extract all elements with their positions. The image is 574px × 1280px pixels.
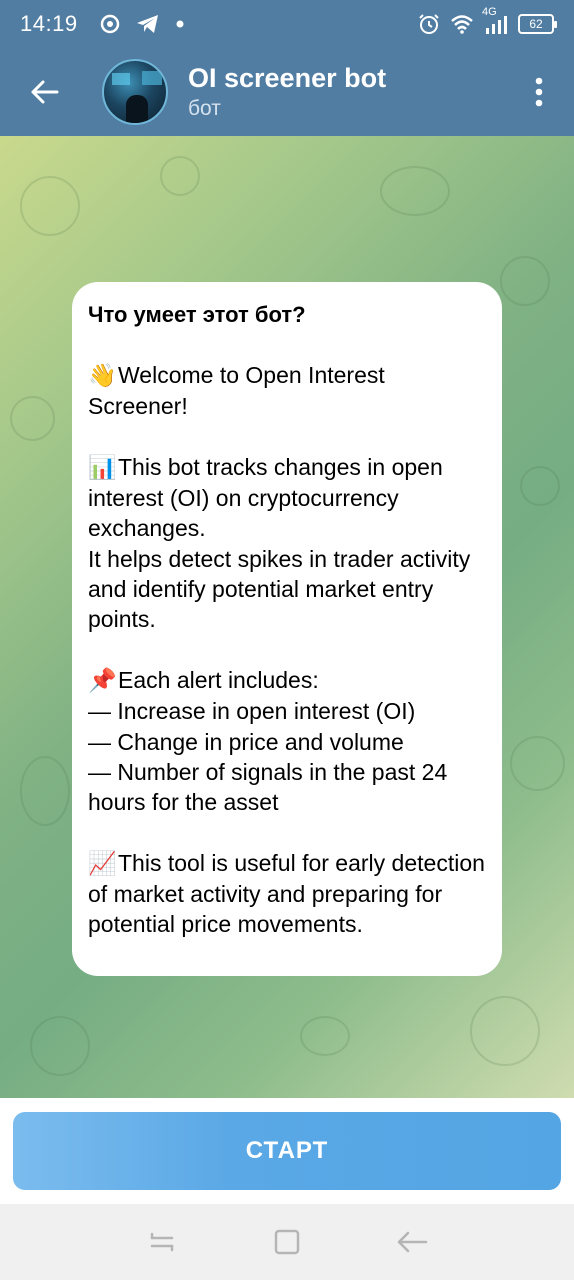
- more-vert-icon: [535, 77, 543, 107]
- battery-level: 62: [529, 17, 543, 31]
- settings-circle-icon: [100, 14, 119, 34]
- helps-text: It helps detect spikes in trader activit…: [88, 545, 471, 633]
- alert-intro-text: Each alert includes:: [118, 666, 319, 693]
- welcome-text: Welcome to Open Interest Screener!: [88, 362, 385, 420]
- system-back-button[interactable]: [392, 1222, 432, 1262]
- alert-intro-paragraph: 📌Each alert includes:: [88, 665, 486, 696]
- recents-button[interactable]: [142, 1222, 182, 1262]
- back-arrow-icon: [31, 80, 59, 104]
- bubble-title: Что умеет этот бот?: [88, 302, 306, 327]
- more-menu-button[interactable]: [504, 48, 574, 136]
- chat-title-block[interactable]: OI screener bot бот: [188, 62, 386, 122]
- waving-hand-icon: 👋: [88, 363, 117, 389]
- status-left-icons: [100, 14, 184, 34]
- network-label: 4G: [482, 6, 497, 18]
- pushpin-icon: 📌: [88, 667, 117, 694]
- alert-item: — Change in price and volume: [88, 728, 404, 755]
- bottom-bar: СТАРТ: [0, 1098, 574, 1204]
- bot-description-bubble: Что умеет этот бот? 👋Welcome to Open Int…: [72, 282, 502, 976]
- chart-increasing-icon: 📈: [88, 850, 117, 877]
- chat-header: OI screener bot бот: [0, 48, 574, 136]
- recents-icon: [151, 1232, 174, 1252]
- useful-paragraph: 📈This tool is useful for early detection…: [88, 848, 486, 940]
- home-button[interactable]: [267, 1222, 307, 1262]
- welcome-paragraph: 👋Welcome to Open Interest Screener!: [88, 360, 486, 422]
- back-button[interactable]: [0, 48, 88, 136]
- home-icon: [274, 1229, 300, 1255]
- chat-background: Что умеет этот бот? 👋Welcome to Open Int…: [0, 136, 574, 1098]
- battery-icon: 62: [518, 14, 557, 34]
- telegram-icon: [136, 15, 158, 33]
- status-right-icons: 4G 62: [418, 6, 557, 35]
- tracks-paragraph: 📊This bot tracks changes in open interes…: [88, 452, 486, 544]
- start-button[interactable]: СТАРТ: [13, 1112, 561, 1190]
- tracks-text: This bot tracks changes in open interest…: [88, 453, 443, 542]
- bar-chart-icon: 📊: [88, 454, 117, 481]
- dot-icon: [176, 20, 184, 28]
- alert-item: — Number of signals in the past 24 hours…: [88, 758, 448, 816]
- wifi-icon: [451, 15, 473, 34]
- system-nav-bar: [0, 1204, 574, 1280]
- alert-item: — Increase in open interest (OI): [88, 698, 416, 725]
- chat-subtitle: бот: [188, 97, 221, 120]
- avatar[interactable]: [102, 59, 168, 125]
- alarm-icon: [419, 14, 439, 34]
- status-time: 14:19: [20, 11, 78, 36]
- status-bar: 14:19 4G 62: [0, 0, 574, 48]
- chat-title: OI screener bot: [188, 63, 387, 93]
- back-icon: [397, 1231, 427, 1253]
- useful-text: This tool is useful for early detection …: [88, 849, 485, 938]
- signal-4g-icon: 4G: [482, 6, 508, 34]
